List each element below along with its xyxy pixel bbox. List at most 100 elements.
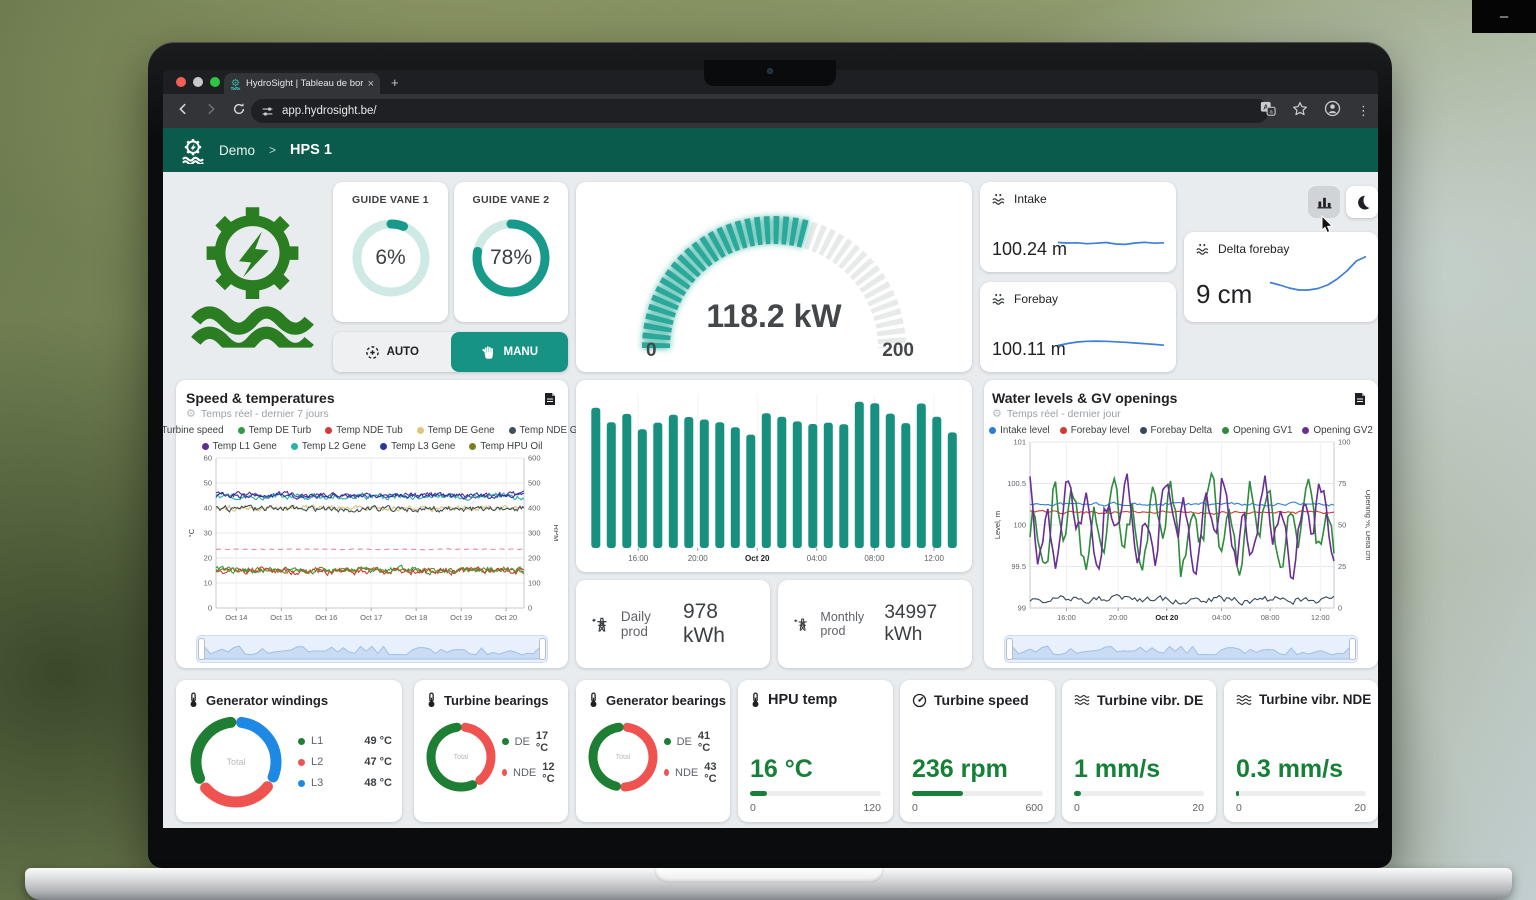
webcam-icon [767,68,773,74]
svg-text:100: 100 [1013,521,1026,530]
water-levels-range-slider[interactable] [1004,635,1358,663]
close-window-button[interactable] [176,77,186,87]
speed-temps-range-slider[interactable] [196,635,548,663]
profile-avatar-icon[interactable] [1324,100,1341,122]
chart-view-button[interactable] [1308,186,1340,218]
legend-item[interactable]: Temp DE Gene [417,425,495,436]
turbine-vibr-de-title: Turbine vibr. DE [1097,692,1203,708]
slider-handle-right[interactable] [539,638,546,660]
bar-max-label: 20 [1192,802,1204,814]
legend-dot [1222,427,1229,434]
forebay-value: 100.11 m [992,339,1066,360]
thermometer-icon [588,692,599,708]
laptop-base [25,868,1512,900]
turbine-vibr-nde-title: Turbine vibr. NDE [1259,692,1371,707]
gauge-max-label: 200 [882,340,914,362]
legend-item[interactable]: Opening GV2 [1302,425,1372,436]
svg-text:99: 99 [1018,604,1026,613]
screen-overlay-minimize-button[interactable]: – [1472,0,1536,33]
zoom-window-button[interactable] [210,77,220,87]
forward-icon[interactable] [197,102,225,121]
auto-mode-button[interactable]: AUTO [333,332,451,372]
translate-icon[interactable]: Aa [1260,101,1276,122]
moon-icon [1354,194,1371,211]
manual-mode-button[interactable]: MANU [451,332,569,372]
donut-legend-row: L348 °C [298,777,392,789]
legend-item[interactable]: Opening GV1 [1222,425,1292,436]
speed-temps-legend-row-1: Turbine speedTemp DE TurbTemp NDE TubTem… [186,425,558,436]
settings-gear-icon[interactable]: ⚙ [186,407,196,420]
export-document-icon[interactable] [1354,392,1366,411]
minimize-window-button[interactable] [193,77,203,87]
legend-item[interactable]: Temp HPU Oil [469,441,542,452]
legend-dot [664,738,671,745]
hpu-temp-bar [750,791,881,796]
tab-close-icon[interactable]: × [368,78,374,90]
legend-item[interactable]: Temp L3 Gene [380,441,455,452]
browser-tab[interactable]: HydroSight | Tableau de bord × [224,73,380,94]
new-tab-button[interactable]: + [391,75,399,90]
legend-item[interactable]: Temp DE Turb [238,425,312,436]
slider-handle-left[interactable] [1006,638,1013,660]
thermometer-icon [188,692,199,708]
water-levels-chart[interactable]: 9999.5100100.5101025507510016:0020:00Oct… [992,436,1370,624]
generator-windings-title: Generator windings [206,693,328,708]
legend-item[interactable]: Forebay level [1060,425,1130,436]
svg-text:Opening %, Delta cm: Opening %, Delta cm [1364,490,1370,561]
svg-text:12:00: 12:00 [924,554,945,563]
svg-text:100.5: 100.5 [1007,479,1026,488]
slider-handle-right[interactable] [1349,638,1356,660]
speed-temps-chart[interactable]: 01020304050600100200300400500600Oct 14Oc… [186,452,558,624]
legend-item[interactable]: Forebay Delta [1140,425,1213,436]
svg-text:Oct 20: Oct 20 [495,613,517,622]
dark-mode-button[interactable] [1346,186,1378,218]
legend-item[interactable]: Intake level [989,425,1050,436]
legend-item[interactable]: Temp L2 Gene [291,441,366,452]
legend-dot [469,443,476,450]
monthly-prod-value: 34997 kWh [884,602,956,646]
dashboard: GUIDE VANE 1 6% GUIDE VANE 2 78% AUTO MA… [163,172,1378,828]
pylon-icon [592,613,611,635]
water-levels-subtitle: Temps réel - dernier jour [1007,408,1121,420]
bar-min-label: 0 [1074,802,1080,814]
svg-text:30: 30 [204,529,212,538]
app-header: Demo > HPS 1 [163,128,1378,172]
hpu-temp-title: HPU temp [768,692,837,708]
svg-text:Oct 17: Oct 17 [360,613,382,622]
speedometer-icon [912,693,927,708]
generator-windings-legend: L149 °CL247 °CL348 °C [298,716,392,808]
bookmark-star-icon[interactable] [1292,101,1308,122]
svg-text:0: 0 [208,604,212,613]
production-bar-chart[interactable]: 16:0020:00Oct 2004:0008:0012:00 [580,384,968,568]
legend-item[interactable]: Temp L1 Gene [202,441,277,452]
legend-dot [238,427,245,434]
speed-temperatures-panel: Speed & temperatures ⚙ Temps réel - dern… [176,380,568,668]
forebay-card: Forebay 100.11 m [980,282,1176,372]
svg-text:25: 25 [1338,562,1346,571]
reload-icon[interactable] [225,102,253,121]
delta-forebay-value: 9 cm [1196,279,1252,310]
donut-legend-row: L247 °C [298,756,392,768]
svg-text:20:00: 20:00 [688,554,709,563]
svg-text:16:00: 16:00 [1057,613,1076,622]
back-icon[interactable] [169,102,197,121]
menu-kebab-icon[interactable]: ⋮ [1357,103,1370,119]
legend-item[interactable]: Temp NDE Tub [325,425,402,436]
slider-handle-left[interactable] [198,638,205,660]
settings-gear-icon[interactable]: ⚙ [992,407,1002,420]
legend-dot [1060,427,1067,434]
legend-dot [1302,427,1309,434]
svg-text:04:00: 04:00 [807,554,828,563]
forebay-sparkline [1056,328,1166,358]
url-bar[interactable]: app.hydrosight.be/ [251,99,1269,123]
legend-item[interactable]: Turbine speed [163,425,224,436]
svg-text:°C: °C [187,528,196,537]
guide-vane-1-value: 6% [345,212,437,304]
export-document-icon[interactable] [544,392,556,411]
hpu-temp-value: 16 °C [750,755,813,784]
legend-dot [380,443,387,450]
monthly-prod-label: Monthly prod [820,610,874,638]
water-levels-panel: Water levels & GV openings ⚙ Temps réel … [984,380,1378,668]
breadcrumb-root[interactable]: Demo [219,143,255,158]
breadcrumb-current: HPS 1 [290,142,332,158]
